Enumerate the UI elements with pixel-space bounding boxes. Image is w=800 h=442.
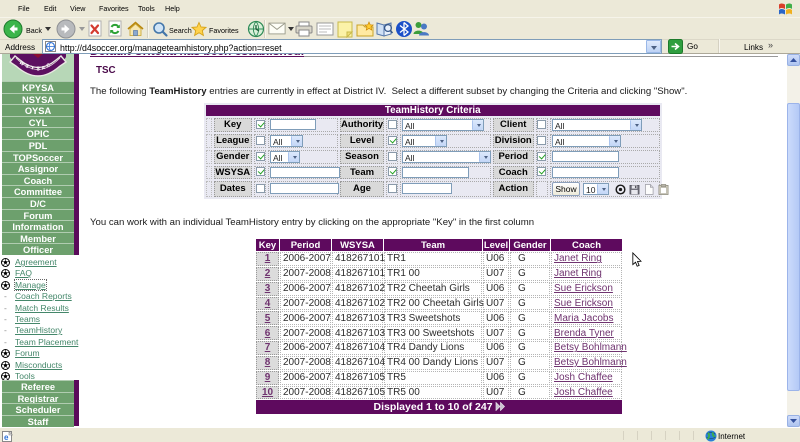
- svg-text:e: e: [4, 433, 9, 442]
